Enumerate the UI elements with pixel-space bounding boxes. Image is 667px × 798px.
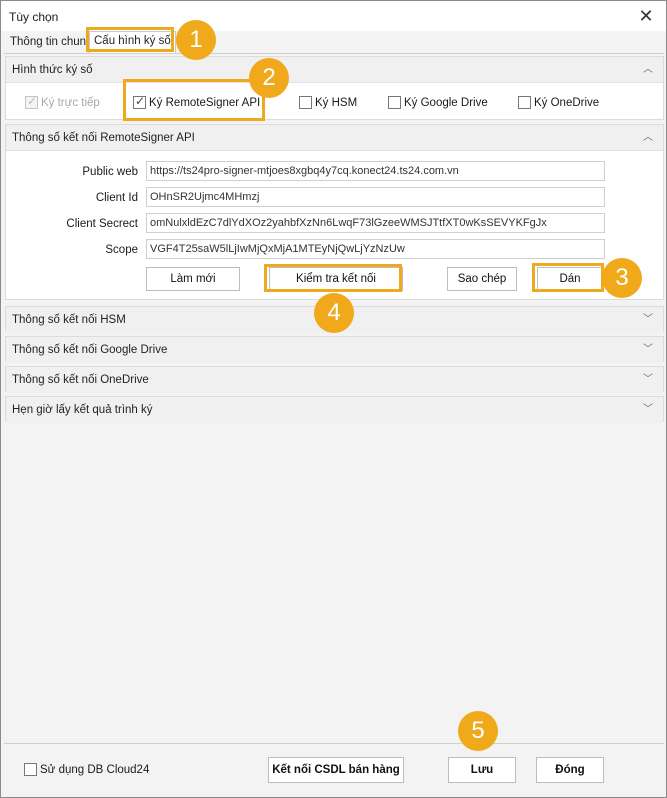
window-title: Tùy chọn bbox=[9, 10, 59, 24]
signing-method-header[interactable]: Hình thức ký số ︿ bbox=[6, 57, 663, 83]
step-badge-1: 1 bbox=[176, 20, 216, 60]
checkbox-box[interactable] bbox=[518, 96, 531, 109]
checkbox-label: Sử dụng DB Cloud24 bbox=[40, 763, 150, 776]
group-title: Hẹn giờ lấy kết quả trình ký bbox=[12, 404, 153, 416]
tab-general-info[interactable]: Thông tin chung bbox=[6, 33, 97, 53]
group-title: Hình thức ký số bbox=[12, 64, 93, 76]
client-id-input[interactable]: OHnSR2Ujmc4MHmzj bbox=[146, 187, 605, 207]
check-icon: ✓ bbox=[27, 94, 38, 108]
checkbox-onedrive[interactable]: Ký OneDrive bbox=[518, 96, 599, 109]
google-drive-header[interactable]: Thông số kết nối Google Drive ﹀ bbox=[6, 337, 663, 363]
remote-signer-group: Thông số kết nối RemoteSigner API ︿ Publ… bbox=[5, 124, 664, 300]
signing-method-group: Hình thức ký số ︿ ✓ Ký trực tiếp ✓ Ký Re… bbox=[5, 56, 664, 120]
checkbox-box[interactable] bbox=[24, 763, 37, 776]
checkbox-label: Ký OneDrive bbox=[534, 96, 600, 109]
paste-button[interactable]: Dán bbox=[537, 267, 603, 291]
checkbox-box[interactable] bbox=[299, 96, 312, 109]
checkbox-box[interactable]: ✓ bbox=[133, 94, 146, 109]
chevron-up-icon[interactable]: ︿ bbox=[641, 125, 655, 151]
client-secret-input[interactable]: omNulxldEzC7dlYdXOz2yahbfXzNn6LwqF73lGze… bbox=[146, 213, 605, 233]
signing-schedule-header[interactable]: Hẹn giờ lấy kết quả trình ký ﹀ bbox=[6, 397, 663, 423]
scope-label: Scope bbox=[105, 244, 138, 256]
refresh-button[interactable]: Làm mới bbox=[146, 267, 240, 291]
signing-schedule-section[interactable]: Hẹn giờ lấy kết quả trình ký ﹀ bbox=[5, 396, 664, 423]
step-badge-3: 3 bbox=[602, 258, 642, 298]
copy-button[interactable]: Sao chép bbox=[447, 267, 517, 291]
checkbox-label: Ký trực tiếp bbox=[41, 96, 100, 109]
chevron-up-icon[interactable]: ︿ bbox=[641, 57, 655, 83]
step-badge-4: 4 bbox=[314, 293, 354, 333]
public-web-label: Public web bbox=[82, 166, 138, 178]
title-bar: Tùy chọn ✕ bbox=[1, 1, 666, 31]
options-dialog: Tùy chọn ✕ Thông tin chung Cấu hình ký s… bbox=[0, 0, 667, 798]
client-secret-label: Client Secrect bbox=[66, 218, 138, 230]
checkbox-box: ✓ bbox=[25, 94, 38, 109]
public-web-input[interactable]: https://ts24pro-signer-mtjoes8xgbq4y7cq.… bbox=[146, 161, 605, 181]
checkbox-label: Ký HSM bbox=[315, 96, 358, 109]
save-button[interactable]: Lưu bbox=[448, 757, 516, 783]
remote-signer-header[interactable]: Thông số kết nối RemoteSigner API ︿ bbox=[6, 125, 663, 151]
checkbox-label: Ký Google Drive bbox=[404, 96, 488, 109]
connect-sales-db-button[interactable]: Kết nối CSDL bán hàng bbox=[268, 757, 404, 783]
client-id-label: Client Id bbox=[95, 192, 138, 204]
tab-content: Hình thức ký số ︿ ✓ Ký trực tiếp ✓ Ký Re… bbox=[4, 53, 664, 743]
chevron-down-icon[interactable]: ﹀ bbox=[641, 307, 655, 333]
chevron-down-icon[interactable]: ﹀ bbox=[641, 367, 655, 393]
onedrive-header[interactable]: Thông số kết nối OneDrive ﹀ bbox=[6, 367, 663, 393]
step-badge-2: 2 bbox=[249, 58, 289, 98]
checkbox-label: Ký RemoteSigner API bbox=[149, 96, 261, 109]
checkbox-google-drive[interactable]: Ký Google Drive bbox=[388, 96, 488, 109]
checkbox-direct-sign: ✓ Ký trực tiếp bbox=[25, 94, 100, 109]
google-drive-section[interactable]: Thông số kết nối Google Drive ﹀ bbox=[5, 336, 664, 363]
group-title: Thông số kết nối Google Drive bbox=[12, 344, 168, 356]
scope-input[interactable]: VGF4T25saW5lLjIwMjQxMjA1MTEyNjQwLjYzNzUw bbox=[146, 239, 605, 259]
checkbox-use-db-cloud24[interactable]: Sử dụng DB Cloud24 bbox=[24, 763, 149, 776]
chevron-down-icon[interactable]: ﹀ bbox=[641, 397, 655, 423]
dialog-footer: Sử dụng DB Cloud24 Kết nối CSDL bán hàng… bbox=[4, 743, 664, 795]
checkbox-hsm[interactable]: Ký HSM bbox=[299, 96, 357, 109]
checkbox-box[interactable] bbox=[388, 96, 401, 109]
group-title: Thông số kết nối HSM bbox=[12, 314, 126, 326]
step-badge-5: 5 bbox=[458, 711, 498, 751]
group-title: Thông số kết nối OneDrive bbox=[12, 374, 149, 386]
check-icon: ✓ bbox=[135, 94, 146, 108]
tab-digital-signature-config[interactable]: Cấu hình ký số bbox=[89, 31, 176, 53]
checkbox-remote-signer-api[interactable]: ✓ Ký RemoteSigner API bbox=[133, 94, 261, 109]
tab-strip: Thông tin chung Cấu hình ký số bbox=[4, 31, 664, 53]
group-title: Thông số kết nối RemoteSigner API bbox=[12, 132, 195, 144]
onedrive-section[interactable]: Thông số kết nối OneDrive ﹀ bbox=[5, 366, 664, 393]
close-icon[interactable]: ✕ bbox=[632, 4, 660, 28]
chevron-down-icon[interactable]: ﹀ bbox=[641, 337, 655, 363]
close-button[interactable]: Đóng bbox=[536, 757, 604, 783]
test-connection-button[interactable]: Kiểm tra kết nối bbox=[269, 267, 403, 291]
